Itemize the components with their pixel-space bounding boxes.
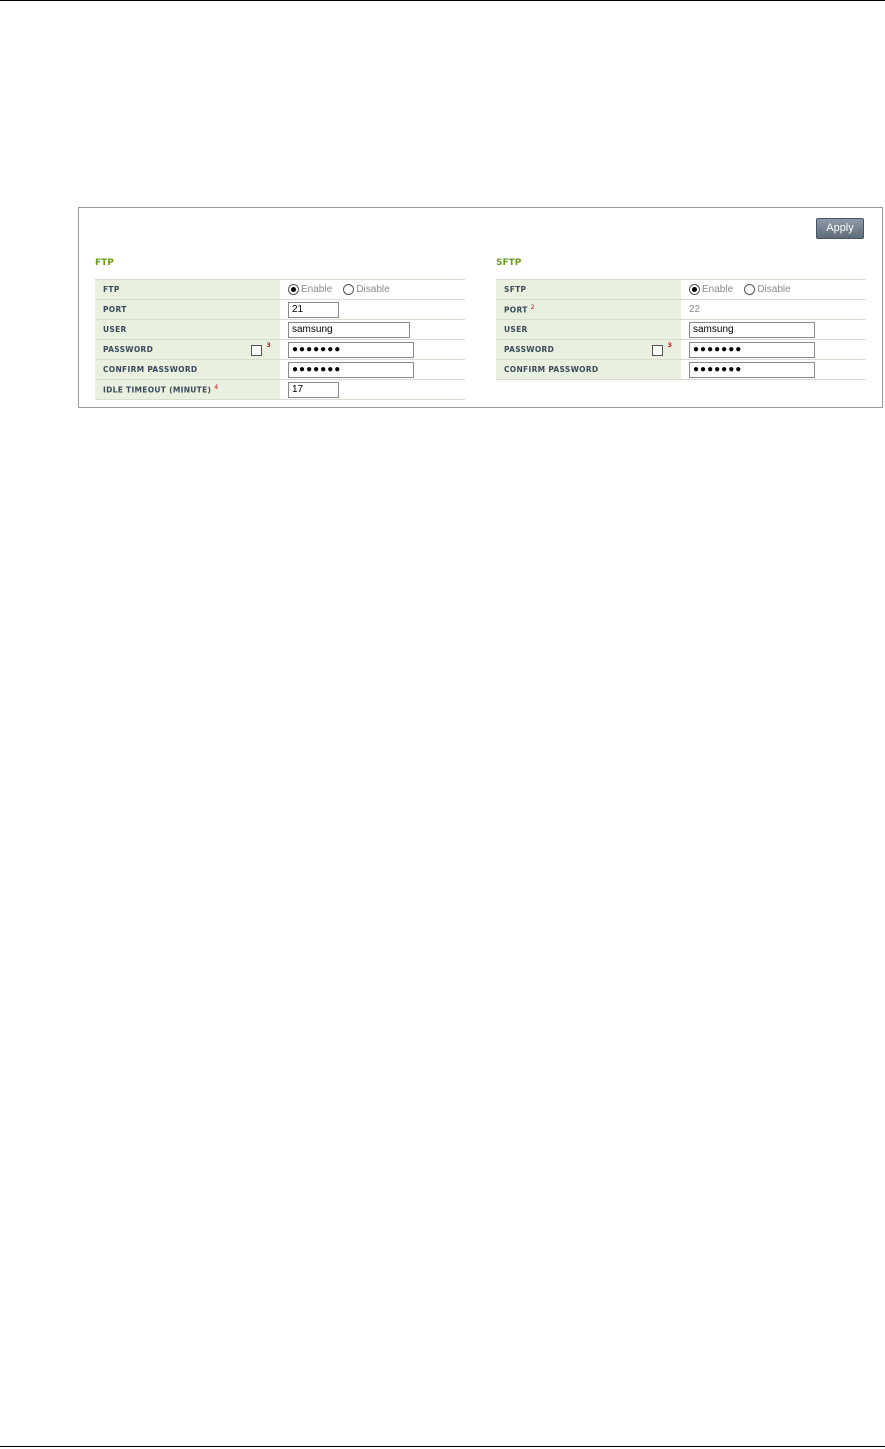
sftp-section: SFTP SFTP Enable Disable PORT 2 22 USER s… xyxy=(496,257,866,380)
table-row: PASSWORD 3 ●●●●●●● xyxy=(496,339,866,360)
ftp-password-note: 3 xyxy=(266,342,271,349)
sftp-port-note: 2 xyxy=(530,304,535,312)
table-row: PORT 21 xyxy=(95,299,465,320)
ftp-disable-radio[interactable] xyxy=(343,283,355,295)
ftp-user-label: USER xyxy=(95,319,280,340)
ftp-form-table: FTP Enable Disable PORT 21 USER samsung … xyxy=(95,279,465,400)
table-row: SFTP Enable Disable xyxy=(496,279,866,300)
page-top-rule xyxy=(0,0,885,1)
table-row: USER samsung xyxy=(95,319,465,340)
ftp-password-input[interactable]: ●●●●●●● xyxy=(288,341,414,358)
sftp-form-table: SFTP Enable Disable PORT 2 22 USER samsun… xyxy=(496,279,866,380)
sftp-password-checkbox[interactable] xyxy=(652,345,663,356)
sftp-port-label: PORT 2 xyxy=(496,299,681,320)
apply-button[interactable]: Apply xyxy=(816,218,864,239)
ftp-idle-note: 4 xyxy=(214,384,219,392)
sftp-disable-radio[interactable] xyxy=(744,283,756,295)
sftp-user-label: USER xyxy=(496,319,681,340)
ftp-password-checkbox[interactable] xyxy=(251,345,262,356)
table-row: FTP Enable Disable xyxy=(95,279,465,300)
page-bottom-rule xyxy=(0,1446,885,1447)
sftp-enable-radio[interactable] xyxy=(689,283,700,295)
ftp-idle-timeout-label: IDLE TIMEOUT (MINUTE) 4 xyxy=(95,379,280,400)
sftp-user-input[interactable]: samsung xyxy=(689,321,815,338)
sftp-password-input[interactable]: ●●●●●●● xyxy=(689,341,815,358)
ftp-password-label: PASSWORD 3 xyxy=(95,339,280,360)
table-row: IDLE TIMEOUT (MINUTE) 4 17 xyxy=(95,379,465,400)
table-row: PORT 2 22 xyxy=(496,299,866,320)
ftp-section: FTP FTP Enable Disable PORT 21 USER sams… xyxy=(95,257,465,400)
sftp-label: SFTP xyxy=(496,279,681,300)
ftp-confirm-password-input[interactable]: ●●●●●●● xyxy=(288,361,414,378)
ftp-section-title: FTP xyxy=(95,258,114,268)
sftp-password-note: 3 xyxy=(667,342,672,349)
table-row: PASSWORD 3 ●●●●●●● xyxy=(95,339,465,360)
table-row: CONFIRM PASSWORD ●●●●●●● xyxy=(496,359,866,380)
ftp-enable-label: Enable xyxy=(301,283,333,295)
ftp-disable-label: Disable xyxy=(356,283,390,295)
table-row: CONFIRM PASSWORD ●●●●●●● xyxy=(95,359,465,380)
ftp-port-input[interactable]: 21 xyxy=(288,301,339,318)
ftp-idle-timeout-input[interactable]: 17 xyxy=(288,381,339,398)
ftp-port-label: PORT xyxy=(95,299,280,320)
sftp-section-title: SFTP xyxy=(496,258,522,268)
ftp-confirm-password-label: CONFIRM PASSWORD xyxy=(95,359,280,380)
table-row: USER samsung xyxy=(496,319,866,340)
ftp-label: FTP xyxy=(95,279,280,300)
ftp-user-input[interactable]: samsung xyxy=(288,321,410,338)
sftp-confirm-password-input[interactable]: ●●●●●●● xyxy=(689,361,815,378)
sftp-password-label: PASSWORD 3 xyxy=(496,339,681,360)
sftp-enable-label: Enable xyxy=(702,283,734,295)
sftp-confirm-password-label: CONFIRM PASSWORD xyxy=(496,359,681,380)
sftp-disable-label: Disable xyxy=(757,283,791,295)
ftp-sftp-settings-panel: Apply FTP FTP Enable Disable PORT 21 USE… xyxy=(78,207,883,408)
ftp-enable-radio[interactable] xyxy=(288,283,299,295)
sftp-port-value: 22 xyxy=(689,304,701,315)
